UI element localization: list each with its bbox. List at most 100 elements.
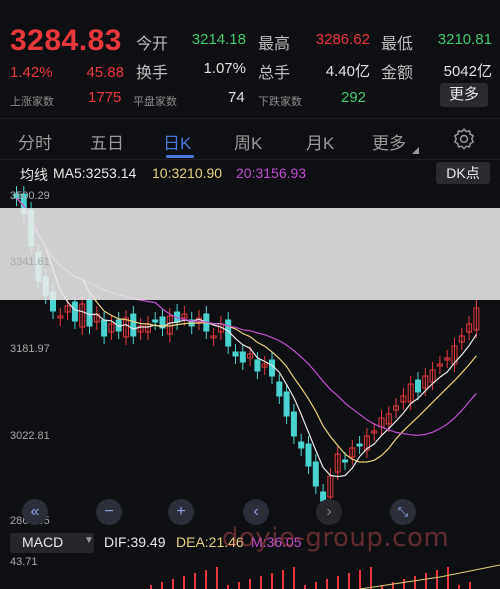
high-value: 3286.62 [315,31,370,48]
candle-body [298,441,305,449]
candle-body [152,319,159,323]
tab-daily-k[interactable]: 日K [163,129,191,154]
macd-dea-line [359,564,500,589]
turnover-value: 1.07% [203,60,246,77]
tab-weekly-k[interactable]: 周K [234,129,262,154]
candle-body [276,381,283,397]
amount-value: 5042亿 [443,63,492,80]
macd-histogram-bar [315,582,317,589]
high-label: 最高 [258,36,291,53]
period-tabs: 分时 五日 日K 周K 月K 更多 [0,118,500,160]
fast-rewind-icon[interactable]: « [22,499,48,525]
macd-dif: DIF:39.49 [104,534,166,550]
open-label: 今开 [136,36,169,53]
macd-histogram-bar [260,576,262,589]
active-tab-indicator [166,155,194,158]
macd-histogram-bar [161,582,163,589]
macd-histogram-bar [414,576,416,589]
settings-gear-icon[interactable] [452,127,476,151]
tab-five-day[interactable]: 五日 [90,129,124,154]
dropdown-corner-icon [411,147,419,154]
ma-title[interactable]: 均线 [20,165,48,185]
y-axis-label: 3181.97 [10,343,50,355]
macd-histogram-bar [194,573,196,589]
index-price: 3284.83 [10,24,122,57]
chevron-down-icon: ▼ [84,535,94,546]
macd-histogram-bar [216,567,218,589]
decliners-value: 292 [341,89,367,106]
candle-body [71,301,78,322]
point-change: 45.88 [86,64,124,81]
candlestick-chart[interactable]: 3500.29 3341.61 3181.97 3022.81 2863.65 [0,186,500,527]
zoom-in-icon[interactable]: + [168,499,194,525]
macd-histogram-bar [304,585,306,589]
amount-label: 金额 [381,65,414,82]
tab-intraday[interactable]: 分时 [18,129,52,154]
macd-histogram-bar [183,576,185,589]
scroll-right-icon[interactable]: › [316,499,342,525]
macd-histogram-bar [249,579,251,589]
low-value: 3210.81 [437,31,492,48]
advancers-label: 上涨家数 [10,96,54,108]
quote-header: 3284.83 1.42% 45.88 上涨家数 1775 平盘家数 74 下跌… [0,0,500,118]
candle-body [312,461,319,487]
macd-histogram-bar [227,585,229,589]
macd-histogram-bar [172,579,174,589]
macd-histogram-bar [403,579,405,589]
macd-histogram-bar [337,576,339,589]
candle-body [130,313,137,337]
volume-label: 总手 [258,65,291,82]
decliners-label: 下跌家数 [258,96,302,108]
macd-histogram-bar [359,570,361,589]
candle-body [290,411,297,437]
unchanged-label: 平盘家数 [133,96,177,108]
macd-histogram-bar [447,567,449,589]
open-value: 3214.18 [191,31,246,48]
tab-more-label: 更多 [372,134,406,153]
y-axis-label: 3022.81 [10,430,50,442]
ma10-value: 10:3210.90 [152,165,223,181]
macd-svg [150,564,500,589]
candlestick-svg[interactable] [0,186,500,526]
macd-histogram-bar [469,582,471,589]
percent-change: 1.42% [10,64,53,81]
candle-body [342,459,348,463]
dk-point-button[interactable]: DK点 [436,162,490,184]
advancers-value: 1775 [88,89,122,106]
y-axis-label: 3341.61 [10,256,50,268]
candle-body [415,379,421,393]
fullscreen-icon[interactable]: ⤡ [390,499,416,525]
candle-body [101,319,108,337]
candle-body [269,359,275,377]
macd-histogram-bar [238,582,240,589]
candle-body [254,359,261,372]
ma20-value: 20:3156.93 [236,165,307,181]
macd-histogram-bar [436,570,438,589]
macd-histogram-bar [205,570,207,589]
zoom-out-icon[interactable]: − [96,499,122,525]
more-button[interactable]: 更多 [440,83,488,107]
volume-value: 4.40亿 [325,63,370,80]
macd-histogram-bar [326,579,328,589]
macd-histogram-bar [282,570,284,589]
macd-top-value: 43.71 [10,556,38,568]
tab-more[interactable]: 更多 [372,129,419,154]
candle-body [283,391,290,417]
tab-monthly-k[interactable]: 月K [306,129,334,154]
macd-histogram-bar [348,573,350,589]
candle-body [232,351,239,357]
candle-body [239,351,246,363]
ma5-value: MA5:3253.14 [53,165,137,181]
candle-body [356,443,363,447]
macd-histogram-bar [392,582,394,589]
candle-body [305,443,312,467]
indicator-selector-label: MACD [22,534,64,550]
macd-chart: 43.71 [0,555,500,589]
macd-histogram-bar [271,573,273,589]
low-label: 最低 [381,36,414,53]
unchanged-value: 74 [228,89,245,106]
scroll-left-icon[interactable]: ‹ [243,499,269,525]
indicator-selector[interactable]: MACD ▼ [10,533,94,553]
macd-histogram-bar [370,567,372,589]
macd-histogram-bar [293,567,295,589]
